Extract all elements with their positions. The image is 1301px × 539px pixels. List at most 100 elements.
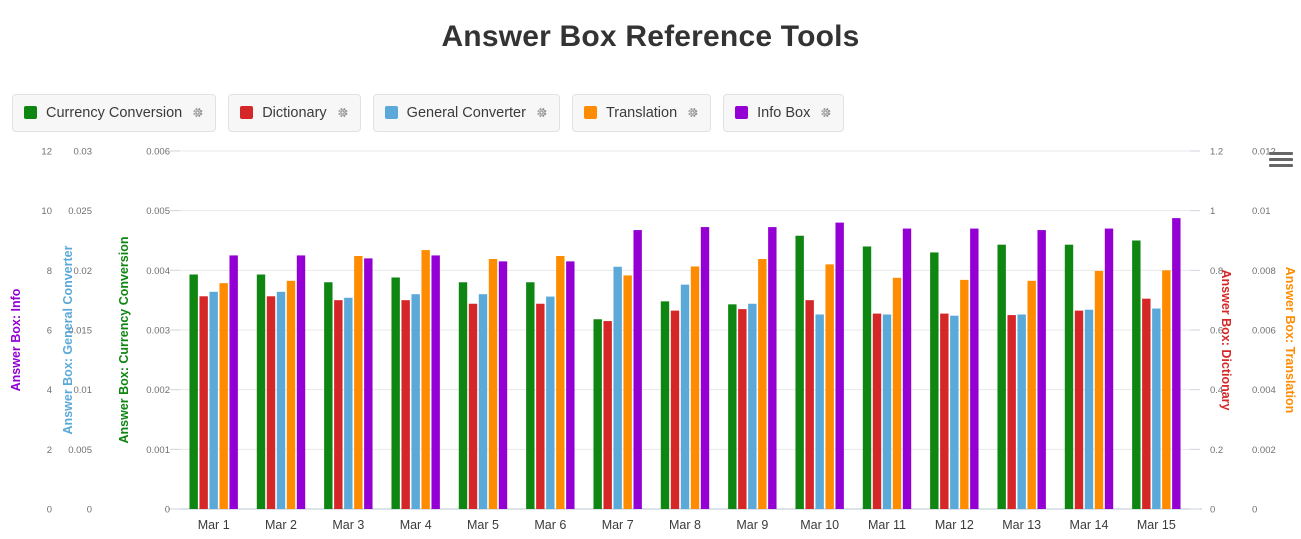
bar[interactable] <box>1152 309 1160 509</box>
bar[interactable] <box>257 275 265 509</box>
bar[interactable] <box>835 223 843 509</box>
bar[interactable] <box>903 229 911 509</box>
bar[interactable] <box>1132 241 1140 510</box>
chart-legend: Currency Conversion Dictionary General Con… <box>12 94 844 132</box>
bar[interactable] <box>421 250 429 509</box>
y-axis-tick-label: 0.006 <box>146 147 170 158</box>
bar[interactable] <box>556 256 564 509</box>
bar[interactable] <box>805 300 813 509</box>
bar[interactable] <box>893 278 901 509</box>
bar[interactable] <box>873 314 881 509</box>
bar[interactable] <box>267 296 275 509</box>
y-axis-title: Answer Box: Currency Conversion <box>117 237 131 444</box>
bar[interactable] <box>209 292 217 509</box>
bar[interactable] <box>768 227 776 509</box>
bar[interactable] <box>459 282 467 509</box>
bar[interactable] <box>1142 299 1150 509</box>
bar[interactable] <box>1105 229 1113 509</box>
legend-item-dictionary[interactable]: Dictionary <box>228 94 360 132</box>
y-axis-tick-label: 0.008 <box>1252 266 1276 277</box>
bar[interactable] <box>344 298 352 509</box>
bar[interactable] <box>1172 218 1180 509</box>
bar[interactable] <box>499 261 507 509</box>
bar[interactable] <box>815 314 823 509</box>
bar[interactable] <box>970 229 978 509</box>
legend-item-translation[interactable]: Translation <box>572 94 711 132</box>
bar[interactable] <box>661 301 669 509</box>
bar[interactable] <box>219 283 227 509</box>
bar[interactable] <box>229 255 237 509</box>
bar[interactable] <box>546 297 554 509</box>
bar[interactable] <box>536 304 544 509</box>
bar[interactable] <box>1017 314 1025 509</box>
bar[interactable] <box>728 304 736 509</box>
bar[interactable] <box>334 300 342 509</box>
bar[interactable] <box>401 300 409 509</box>
bar[interactable] <box>1095 271 1103 509</box>
bar[interactable] <box>489 259 497 509</box>
bar[interactable] <box>623 275 631 509</box>
legend-item-general-converter[interactable]: General Converter <box>373 94 560 132</box>
bar[interactable] <box>825 264 833 509</box>
y-axis-tick-label: 0 <box>1252 505 1257 516</box>
bar[interactable] <box>681 285 689 509</box>
bar[interactable] <box>199 296 207 509</box>
bar[interactable] <box>1162 270 1170 509</box>
bar[interactable] <box>691 266 699 509</box>
bar[interactable] <box>613 267 621 509</box>
gear-icon <box>191 106 204 119</box>
bar[interactable] <box>566 261 574 509</box>
bar[interactable] <box>1027 281 1035 509</box>
bar[interactable] <box>603 321 611 509</box>
bar[interactable] <box>671 311 679 509</box>
bar[interactable] <box>960 280 968 509</box>
bar[interactable] <box>391 277 399 509</box>
bar[interactable] <box>1065 245 1073 509</box>
bar[interactable] <box>701 227 709 509</box>
bar[interactable] <box>189 275 197 509</box>
bar[interactable] <box>364 258 372 509</box>
y-axis-tick-label: 2 <box>47 445 52 456</box>
bar[interactable] <box>883 314 891 509</box>
bar[interactable] <box>593 319 601 509</box>
y-axis-title: Answer Box: Translation <box>1283 267 1297 414</box>
x-axis-tick-label: Mar 15 <box>1137 518 1176 532</box>
bar[interactable] <box>479 294 487 509</box>
x-axis-tick-label: Mar 13 <box>1002 518 1041 532</box>
legend-item-currency-conversion[interactable]: Currency Conversion <box>12 94 216 132</box>
bar[interactable] <box>1085 310 1093 509</box>
y-axis-tick-label: 0 <box>47 505 52 516</box>
y-axis-tick-label: 0.002 <box>146 385 170 396</box>
bar[interactable] <box>277 292 285 509</box>
legend-color-swatch <box>735 106 748 119</box>
bar[interactable] <box>431 255 439 509</box>
bar[interactable] <box>950 316 958 509</box>
bar[interactable] <box>997 245 1005 509</box>
bar[interactable] <box>297 255 305 509</box>
bar[interactable] <box>411 294 419 509</box>
bar[interactable] <box>1037 230 1045 509</box>
bar[interactable] <box>1075 311 1083 509</box>
bar[interactable] <box>863 246 871 509</box>
bar[interactable] <box>469 304 477 509</box>
legend-item-label: General Converter <box>407 105 526 121</box>
bar[interactable] <box>748 304 756 509</box>
bar[interactable] <box>287 281 295 509</box>
bar[interactable] <box>633 230 641 509</box>
bar[interactable] <box>324 282 332 509</box>
gear-icon <box>336 106 349 119</box>
y-axis-tick-label: 6 <box>47 326 52 337</box>
y-axis-title: Answer Box: General Converter <box>61 245 75 434</box>
bar[interactable] <box>758 259 766 509</box>
legend-item-info-box[interactable]: Info Box <box>723 94 844 132</box>
bar[interactable] <box>1007 315 1015 509</box>
bar[interactable] <box>795 236 803 509</box>
bar[interactable] <box>930 252 938 509</box>
bar[interactable] <box>738 309 746 509</box>
bar[interactable] <box>940 314 948 509</box>
bar[interactable] <box>526 282 534 509</box>
x-axis-tick-label: Mar 3 <box>332 518 364 532</box>
bar[interactable] <box>354 256 362 509</box>
y-axis-tick-label: 0.002 <box>1252 445 1276 456</box>
y-axis-title: Answer Box: Dictionary <box>1219 269 1233 410</box>
